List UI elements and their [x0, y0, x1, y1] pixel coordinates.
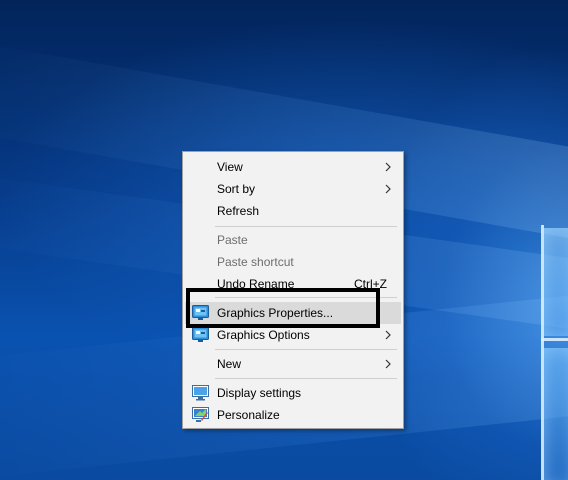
desktop-context-menu: View Sort by Refresh Paste Paste shortcu… — [182, 151, 404, 429]
menu-separator — [215, 297, 397, 298]
chevron-right-icon — [385, 330, 391, 340]
chevron-right-icon — [385, 359, 391, 369]
menu-separator — [215, 349, 397, 350]
menu-item-graphics-options[interactable]: Graphics Options — [185, 324, 401, 346]
intel-graphics-icon — [192, 327, 209, 342]
chevron-right-icon — [385, 162, 391, 172]
menu-item-refresh[interactable]: Refresh — [185, 200, 401, 222]
menu-separator — [215, 378, 397, 379]
windows-logo-pane — [544, 348, 568, 480]
menu-item-new[interactable]: New — [185, 353, 401, 375]
intel-graphics-icon — [192, 305, 209, 320]
menu-item-label: Sort by — [217, 182, 256, 196]
menu-item-undo-rename[interactable]: Undo Rename Ctrl+Z — [185, 273, 401, 295]
menu-item-graphics-properties[interactable]: Graphics Properties... — [185, 302, 401, 324]
menu-item-label: Display settings — [217, 386, 302, 400]
menu-item-label: Paste — [217, 233, 248, 247]
windows-logo-pane — [544, 228, 568, 336]
menu-separator — [215, 226, 397, 227]
menu-item-label: Graphics Options — [217, 328, 310, 342]
menu-item-personalize[interactable]: Personalize — [185, 404, 401, 426]
menu-item-label: Paste shortcut — [217, 255, 294, 269]
menu-item-label: Undo Rename — [217, 277, 295, 291]
windows-logo-edge — [541, 225, 544, 480]
menu-item-view[interactable]: View — [185, 156, 401, 178]
windows-logo-edge — [541, 338, 568, 341]
menu-item-label: Personalize — [217, 408, 280, 422]
display-monitor-icon — [192, 385, 209, 401]
menu-item-label: Refresh — [217, 204, 260, 218]
menu-item-paste: Paste — [185, 229, 401, 251]
chevron-right-icon — [385, 184, 391, 194]
menu-item-paste-shortcut: Paste shortcut — [185, 251, 401, 273]
menu-item-label: New — [217, 357, 242, 371]
menu-item-label: View — [217, 160, 243, 174]
menu-item-label: Graphics Properties... — [217, 306, 334, 320]
personalize-monitor-icon — [192, 407, 209, 422]
menu-item-sort-by[interactable]: Sort by — [185, 178, 401, 200]
menu-item-shortcut: Ctrl+Z — [354, 277, 387, 291]
menu-item-display-settings[interactable]: Display settings — [185, 382, 401, 404]
